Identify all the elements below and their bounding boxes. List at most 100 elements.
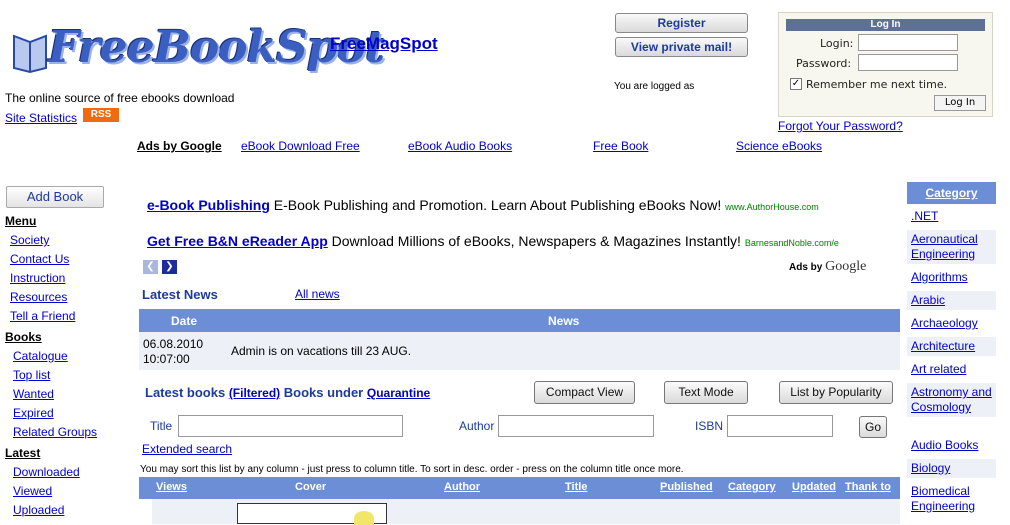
col-category[interactable]: Category — [728, 481, 776, 493]
ads-by-google-label: Ads by Google — [137, 139, 222, 153]
col-author[interactable]: Author — [444, 481, 480, 493]
latest-heading: Latest — [5, 446, 41, 460]
category-item-arabic[interactable]: Arabic — [907, 291, 996, 310]
category-heading[interactable]: Category — [907, 182, 996, 204]
book-icon — [13, 34, 47, 74]
quarantine-link[interactable]: Quarantine — [367, 386, 430, 400]
add-book-button[interactable]: Add Book — [6, 186, 104, 208]
menu-item-instruction[interactable]: Instruction — [10, 271, 65, 285]
author-search-label: Author — [459, 419, 495, 433]
freemagspot-link[interactable]: FreeMagSpot — [330, 34, 438, 54]
ad-link-ebook-download[interactable]: eBook Download Free — [241, 139, 360, 153]
ad-source: www.AuthorHouse.com — [725, 202, 819, 212]
login-box: Log In Login: Password: ✓ Remember me ne… — [778, 12, 993, 117]
books-item-wanted[interactable]: Wanted — [13, 387, 54, 401]
menu-item-resources[interactable]: Resources — [10, 290, 67, 304]
category-link[interactable]: Arabic — [911, 293, 945, 307]
site-statistics-link[interactable]: Site Statistics — [5, 111, 77, 125]
ad-unit[interactable]: Get Free B&N eReader App Download Millio… — [147, 233, 863, 249]
login-input[interactable] — [858, 34, 958, 51]
col-views[interactable]: Views — [156, 481, 187, 493]
tagline: The online source of free ebooks downloa… — [5, 91, 235, 105]
news-col-news: News — [548, 314, 580, 328]
category-item-archaeology[interactable]: Archaeology — [907, 314, 996, 333]
register-button[interactable]: Register — [615, 13, 748, 33]
ad-text: E-Book Publishing and Promotion. Learn A… — [273, 197, 722, 213]
col-published[interactable]: Published — [660, 481, 713, 493]
book-cover-image[interactable] — [237, 503, 387, 525]
ad-title[interactable]: e-Book Publishing — [147, 197, 270, 213]
category-link[interactable]: Art related — [911, 362, 966, 376]
remember-label: Remember me next time. — [806, 78, 948, 91]
filtered-link[interactable]: (Filtered) — [229, 386, 280, 400]
latest-books-title: Latest books (Filtered) Books under Quar… — [145, 385, 430, 400]
forgot-password-link[interactable]: Forgot Your Password? — [778, 119, 903, 133]
isbn-search-input[interactable] — [727, 415, 833, 437]
category-item-architecture[interactable]: Architecture — [907, 337, 996, 356]
rss-icon[interactable]: RSS — [83, 108, 119, 122]
category-item-biology[interactable]: Biology — [907, 459, 996, 478]
list-by-popularity-button[interactable]: List by Popularity — [779, 381, 893, 404]
latest-item-viewed[interactable]: Viewed — [13, 484, 52, 498]
category-item-net[interactable]: .NET — [907, 207, 996, 226]
menu-item-society[interactable]: Society — [10, 233, 49, 247]
category-link[interactable]: Archaeology — [911, 316, 978, 330]
all-news-link[interactable]: All news — [295, 287, 340, 301]
menu-item-contact[interactable]: Contact Us — [10, 252, 69, 266]
go-button[interactable]: Go — [859, 416, 887, 438]
ad-source: BarnesandNoble.com/e — [744, 238, 839, 248]
category-link[interactable]: Audio Books — [911, 438, 978, 452]
next-ad-icon[interactable]: ❯ — [162, 260, 177, 274]
password-input[interactable] — [858, 54, 958, 71]
col-cover: Cover — [295, 481, 327, 493]
ad-title[interactable]: Get Free B&N eReader App — [147, 233, 328, 249]
remember-checkbox[interactable]: ✓ — [790, 78, 802, 90]
category-item-audio-books[interactable]: Audio Books — [907, 436, 996, 455]
category-item-algorithms[interactable]: Algorithms — [907, 268, 996, 287]
category-link[interactable]: Architecture — [911, 339, 975, 353]
category-link[interactable]: Biology — [911, 461, 950, 475]
books-item-related-groups[interactable]: Related Groups — [13, 425, 97, 439]
news-date: 06.08.2010 — [143, 337, 204, 351]
col-thank-to[interactable]: Thank to — [845, 481, 891, 493]
private-mail-button[interactable]: View private mail! — [615, 37, 748, 57]
login-label: Login: — [820, 37, 854, 50]
ads-by-google-badge: Ads by Google — [789, 259, 866, 275]
cover-badge-icon — [354, 511, 374, 525]
prev-ad-icon[interactable]: ❮ — [143, 260, 158, 274]
category-item-aeronautical[interactable]: Aeronautical Engineering — [907, 230, 996, 264]
latest-item-uploaded[interactable]: Uploaded — [13, 503, 64, 517]
logged-as-text: You are logged as — [614, 81, 695, 92]
ad-link-free-book[interactable]: Free Book — [593, 139, 648, 153]
category-link[interactable]: Biomedical Engineering — [911, 484, 975, 513]
books-item-catalogue[interactable]: Catalogue — [13, 349, 68, 363]
books-under-label: Books under — [283, 385, 364, 400]
ad-link-science-ebooks[interactable]: Science eBooks — [736, 139, 822, 153]
category-link[interactable]: Astronomy and Cosmology — [911, 385, 992, 414]
text-mode-button[interactable]: Text Mode — [664, 381, 748, 404]
books-item-top-list[interactable]: Top list — [13, 368, 50, 382]
author-search-input[interactable] — [498, 415, 654, 437]
category-item-astronomy[interactable]: Astronomy and Cosmology — [907, 383, 996, 417]
col-updated[interactable]: Updated — [792, 481, 836, 493]
menu-item-tell-friend[interactable]: Tell a Friend — [10, 309, 75, 323]
ad-unit[interactable]: e-Book Publishing E-Book Publishing and … — [147, 197, 819, 213]
google-logo: Google — [825, 259, 867, 274]
latest-item-downloaded[interactable]: Downloaded — [13, 465, 80, 479]
category-item-art-related[interactable]: Art related — [907, 360, 996, 379]
category-link[interactable]: Aeronautical Engineering — [911, 232, 978, 261]
col-title[interactable]: Title — [565, 481, 587, 493]
books-heading: Books — [5, 330, 42, 344]
books-item-expired[interactable]: Expired — [13, 406, 54, 420]
login-button[interactable]: Log In — [934, 95, 986, 111]
site-logo[interactable]: FreeBookSpot — [10, 22, 385, 78]
title-search-input[interactable] — [178, 415, 403, 437]
category-link[interactable]: Algorithms — [911, 270, 968, 284]
ad-link-audio-books[interactable]: eBook Audio Books — [408, 139, 512, 153]
password-label: Password: — [796, 57, 852, 70]
category-item-biomedical[interactable]: Biomedical Engineering — [907, 482, 996, 516]
extended-search-link[interactable]: Extended search — [142, 442, 232, 456]
compact-view-button[interactable]: Compact View — [534, 381, 635, 404]
news-col-date: Date — [171, 314, 198, 328]
category-link[interactable]: .NET — [911, 209, 938, 223]
